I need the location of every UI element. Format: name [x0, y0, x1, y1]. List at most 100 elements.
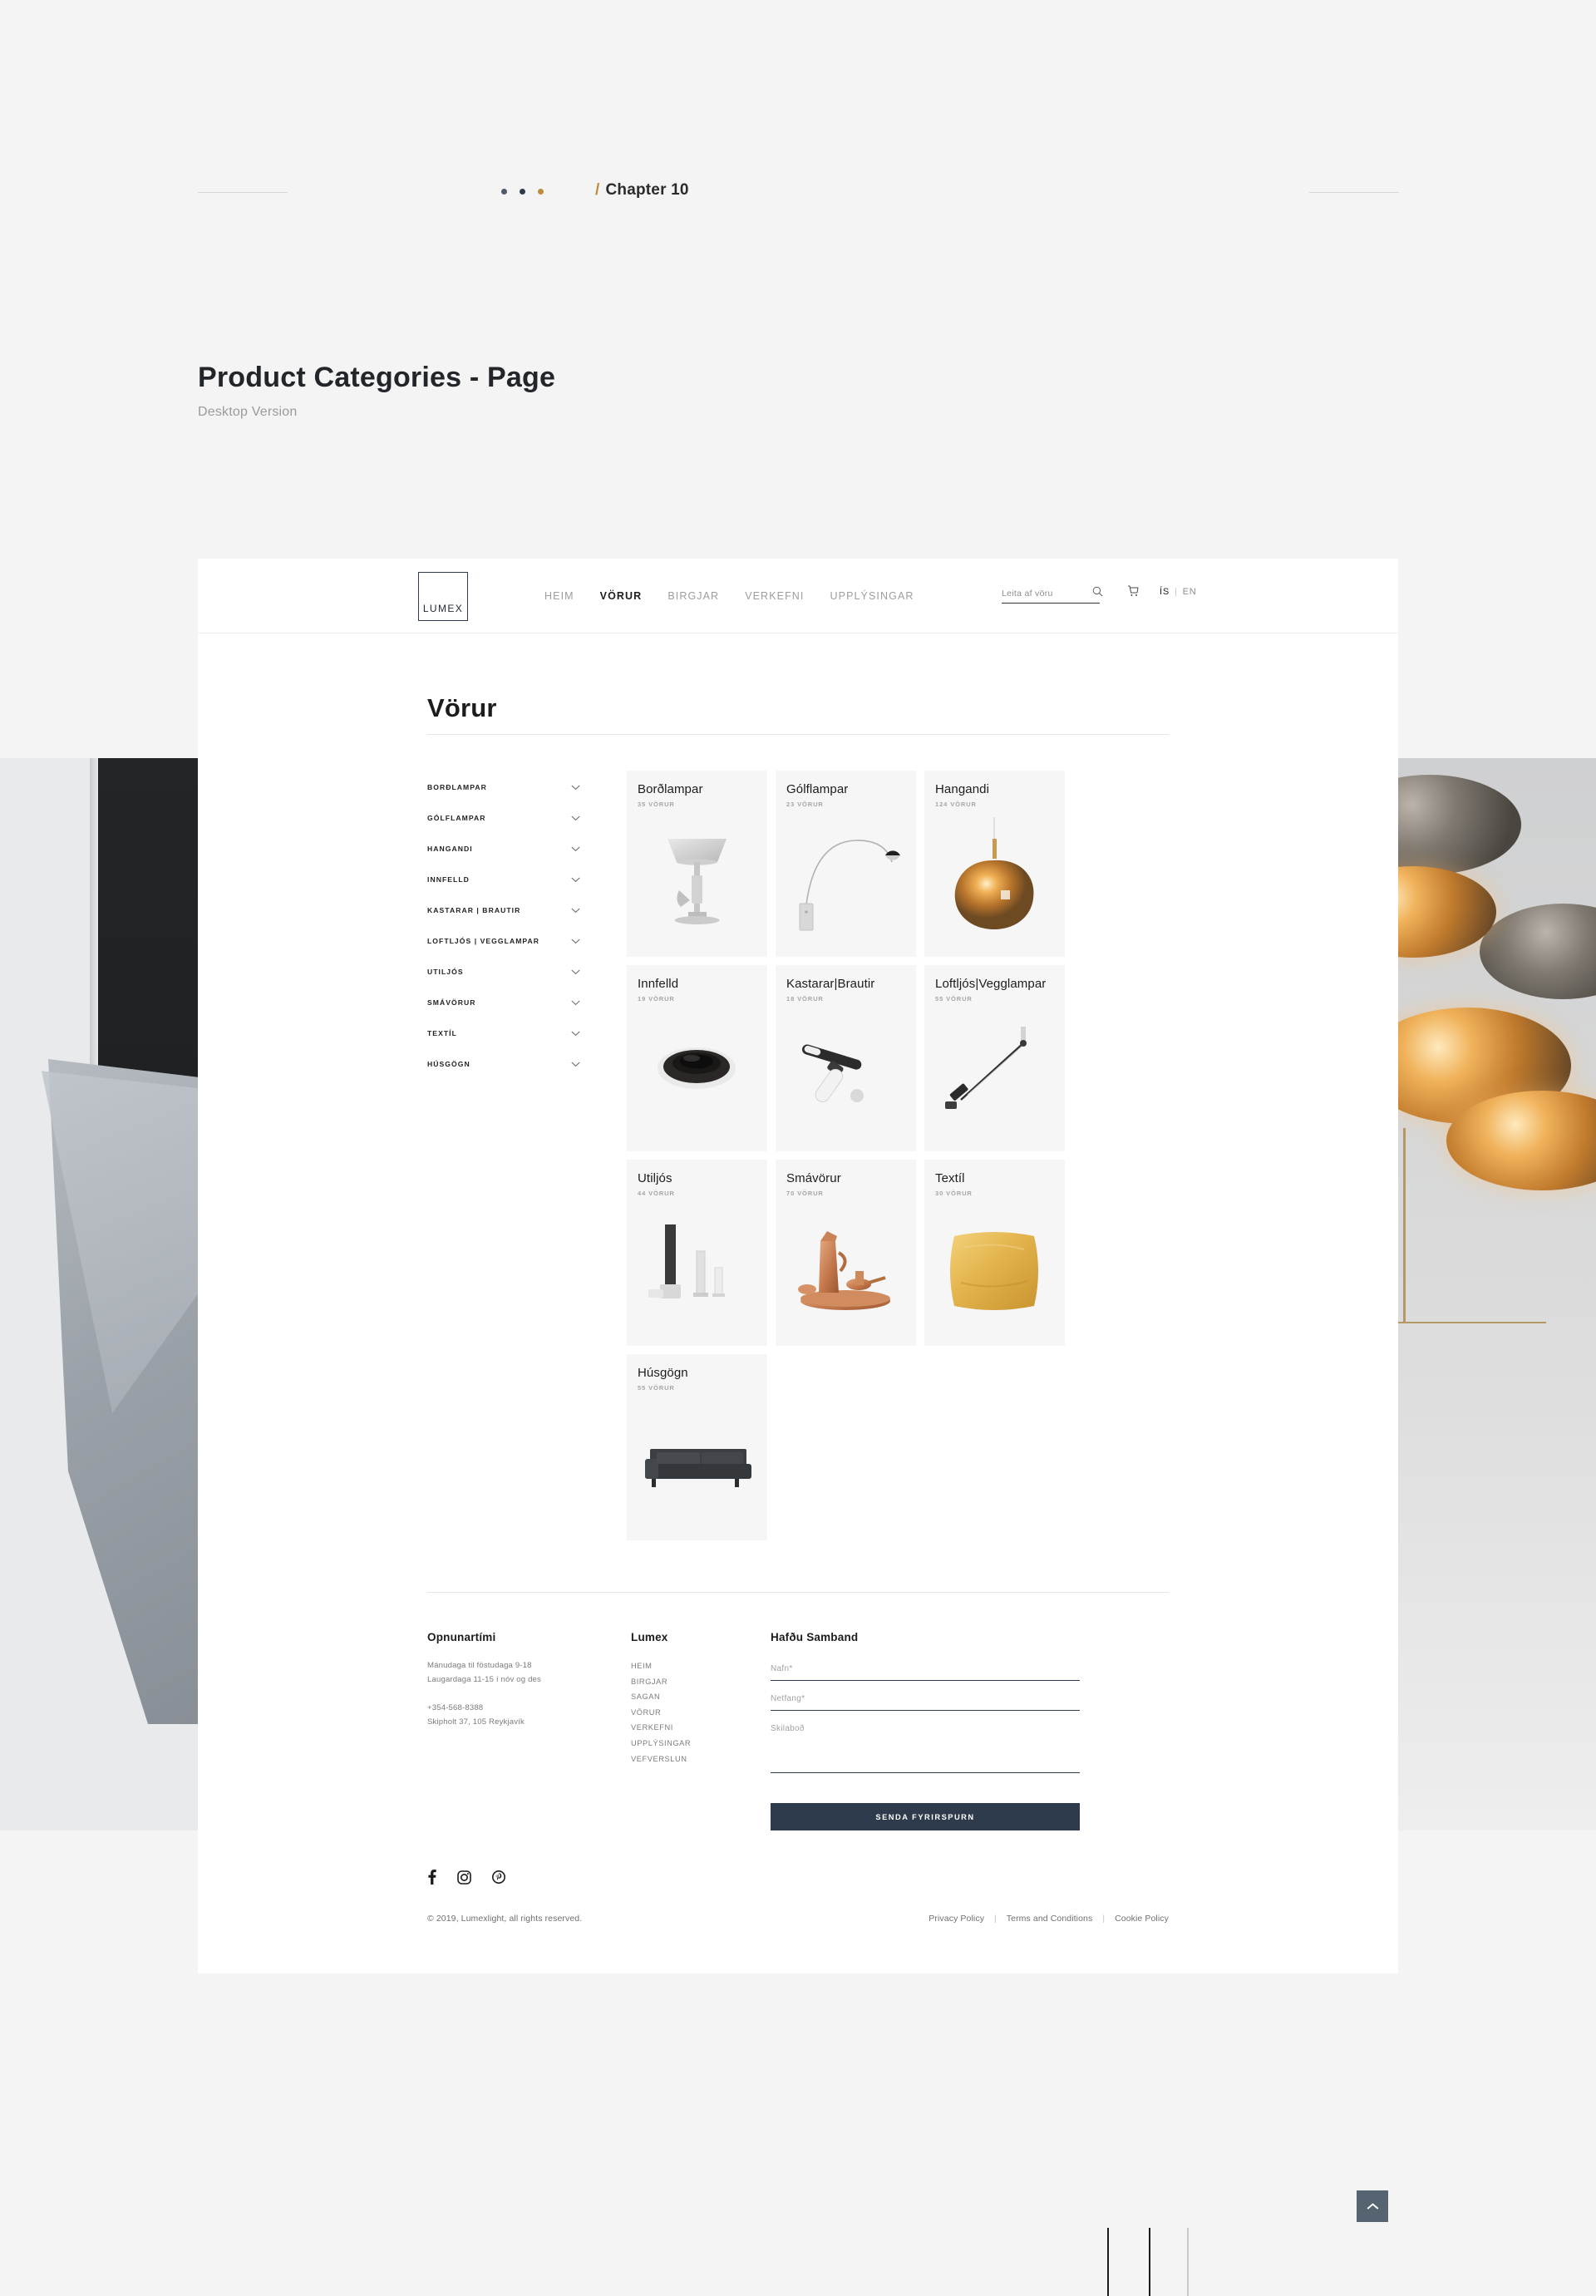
arc-lamp-image: [776, 814, 916, 950]
category-card-count: 19 VÖRUR: [638, 995, 675, 1003]
sidebar-item-label: HÚSGÖGN: [427, 1059, 470, 1068]
recessed-image: [627, 1008, 767, 1145]
pinterest-icon[interactable]: [492, 1870, 505, 1889]
category-card[interactable]: Húsgögn 55 VÖRUR: [627, 1354, 767, 1540]
photo-left-chair: [0, 758, 200, 1830]
sidebar-item-5[interactable]: LOFTLJÓS | VEGGLAMPAR: [427, 925, 580, 956]
policy-link-2[interactable]: Cookie Policy: [1115, 1914, 1169, 1924]
footer-link-0[interactable]: HEIM: [631, 1658, 771, 1674]
category-card[interactable]: Textíl 30 VÖRUR: [924, 1160, 1065, 1346]
chevron-down-icon: [571, 841, 580, 856]
logo-text: LUMEX: [422, 603, 464, 614]
send-inquiry-button[interactable]: SENDA FYRIRSPURN: [771, 1803, 1080, 1830]
category-card-count: 18 VÖRUR: [786, 995, 824, 1003]
category-card[interactable]: Hangandi 124 VÖRUR: [924, 771, 1065, 957]
chapter-dot-1: [501, 189, 507, 195]
sidebar-item-label: LOFTLJÓS | VEGGLAMPAR: [427, 936, 540, 945]
footer-columns: Opnunartími Mánudaga til föstudaga 9-18 …: [427, 1631, 1398, 1830]
category-card-title: Utiljós: [638, 1171, 672, 1185]
category-card-title: Loftljós|Vegglampar: [935, 977, 1047, 991]
category-card-title: Kastarar|Brautir: [786, 977, 875, 991]
instagram-icon[interactable]: [457, 1870, 471, 1889]
footer-link-2[interactable]: SAGAN: [631, 1689, 771, 1705]
policy-link-0[interactable]: Privacy Policy: [929, 1914, 984, 1924]
category-card-title: Borðlampar: [638, 782, 703, 796]
sidebar-item-4[interactable]: KASTARAR | BRAUTIR: [427, 894, 580, 925]
facebook-icon[interactable]: [427, 1870, 436, 1889]
nav-item-upplysingar[interactable]: UPPLÝSINGAR: [830, 590, 914, 602]
category-card-count: 35 VÖRUR: [638, 801, 675, 808]
footer-link-1[interactable]: BIRGJAR: [631, 1674, 771, 1690]
sidebar-item-0[interactable]: BORÐLAMPAR: [427, 771, 580, 802]
chapter-rule-right: [1309, 192, 1399, 193]
search-icon[interactable]: [1092, 586, 1103, 601]
chevron-down-icon: [571, 1026, 580, 1041]
sidebar-item-label: INNFELLD: [427, 875, 470, 884]
sidebar-item-8[interactable]: TEXTÍL: [427, 1017, 580, 1048]
scroll-to-top-button[interactable]: [1357, 2190, 1388, 2222]
chevron-down-icon: [571, 964, 580, 979]
name-field[interactable]: [771, 1658, 1080, 1681]
footer-hours-line2: Laugardaga 11-15 í nóv og des: [427, 1675, 541, 1684]
footer-divider: [427, 1592, 1169, 1593]
chapter-slash: /: [595, 181, 600, 199]
search-input[interactable]: [1002, 589, 1100, 604]
chevron-down-icon: [571, 872, 580, 887]
sidebar-item-2[interactable]: HANGANDI: [427, 833, 580, 864]
sidebar-item-9[interactable]: HÚSGÖGN: [427, 1048, 580, 1079]
sidebar-item-1[interactable]: GÓLFLAMPAR: [427, 802, 580, 833]
footer-phone[interactable]: +354-568-8388: [427, 1701, 631, 1715]
sidebar-item-label: HANGANDI: [427, 844, 473, 853]
nav-item-vorur[interactable]: VÖRUR: [600, 590, 643, 602]
category-card-title: Húsgögn: [638, 1366, 688, 1380]
lang-en[interactable]: EN: [1183, 587, 1197, 597]
sidebar-item-3[interactable]: INNFELLD: [427, 864, 580, 894]
chapter-rule-left: [198, 192, 288, 193]
category-card[interactable]: Borðlampar 35 VÖRUR: [627, 771, 767, 957]
footer-bottom-bar: © 2019, Lumexlight, all rights reserved.…: [427, 1914, 1169, 1924]
chevron-down-icon: [571, 810, 580, 825]
pendant-blob-image: [924, 814, 1065, 950]
presentation-page: / Chapter 10 Product Categories - Page De…: [0, 0, 1596, 2296]
footer-link-4[interactable]: VERKEFNI: [631, 1720, 771, 1736]
message-field[interactable]: [771, 1718, 1080, 1773]
category-card-count: 70 VÖRUR: [786, 1190, 824, 1197]
footer-link-3[interactable]: VÖRUR: [631, 1705, 771, 1721]
chapter-bar: / Chapter 10: [0, 181, 1596, 204]
category-card-count: 23 VÖRUR: [786, 801, 824, 808]
page-title: Product Categories - Page: [198, 362, 556, 393]
nav-item-heim[interactable]: HEIM: [544, 590, 574, 602]
lang-is[interactable]: ÍS: [1160, 587, 1170, 597]
category-card[interactable]: Loftljós|Vegglampar 55 VÖRUR: [924, 965, 1065, 1151]
category-card[interactable]: Smávörur 70 VÖRUR: [776, 1160, 916, 1346]
chevron-up-icon: [1367, 2202, 1378, 2210]
footer-link-5[interactable]: UPPLÝSINGAR: [631, 1736, 771, 1752]
footer-hours-heading: Opnunartími: [427, 1631, 496, 1643]
sidebar-item-7[interactable]: SMÁVÖRUR: [427, 987, 580, 1017]
nav-item-birgjar[interactable]: BIRGJAR: [667, 590, 719, 602]
category-card[interactable]: Gólflampar 23 VÖRUR: [776, 771, 916, 957]
category-card-title: Innfelld: [638, 977, 679, 991]
footer-address: Skipholt 37, 105 Reykjavík: [427, 1717, 525, 1727]
footer-link-6[interactable]: VEFVERSLUN: [631, 1752, 771, 1767]
email-field[interactable]: [771, 1688, 1080, 1711]
chevron-down-icon: [571, 780, 580, 795]
social-row: [427, 1870, 1398, 1889]
chapter-dot-3: [538, 189, 544, 195]
policy-link-1[interactable]: Terms and Conditions: [1007, 1914, 1093, 1924]
pendant-blob-dark-1: [1396, 775, 1521, 875]
nav-item-verkefni[interactable]: VERKEFNI: [745, 590, 804, 602]
site-body: Vörur BORÐLAMPAR GÓLFLAMPAR HANGANDI INNFEL…: [198, 693, 1398, 1973]
category-card[interactable]: Kastarar|Brautir 18 VÖRUR: [776, 965, 916, 1151]
category-card[interactable]: Utiljós 44 VÖRUR: [627, 1160, 767, 1346]
strip-line-2: [1149, 2228, 1150, 2296]
sidebar-item-6[interactable]: UTILJÓS: [427, 956, 580, 987]
footer-contact-heading: Hafðu Samband: [771, 1631, 859, 1643]
cart-icon[interactable]: [1127, 584, 1139, 602]
category-card[interactable]: Innfelld 19 VÖRUR: [627, 965, 767, 1151]
logo[interactable]: LUMEX: [418, 572, 468, 621]
category-card-title: Gólflampar: [786, 782, 849, 796]
strip-line-1: [1107, 2228, 1109, 2296]
chapter-dot-2: [520, 189, 525, 195]
copper-set-image: [776, 1203, 916, 1339]
